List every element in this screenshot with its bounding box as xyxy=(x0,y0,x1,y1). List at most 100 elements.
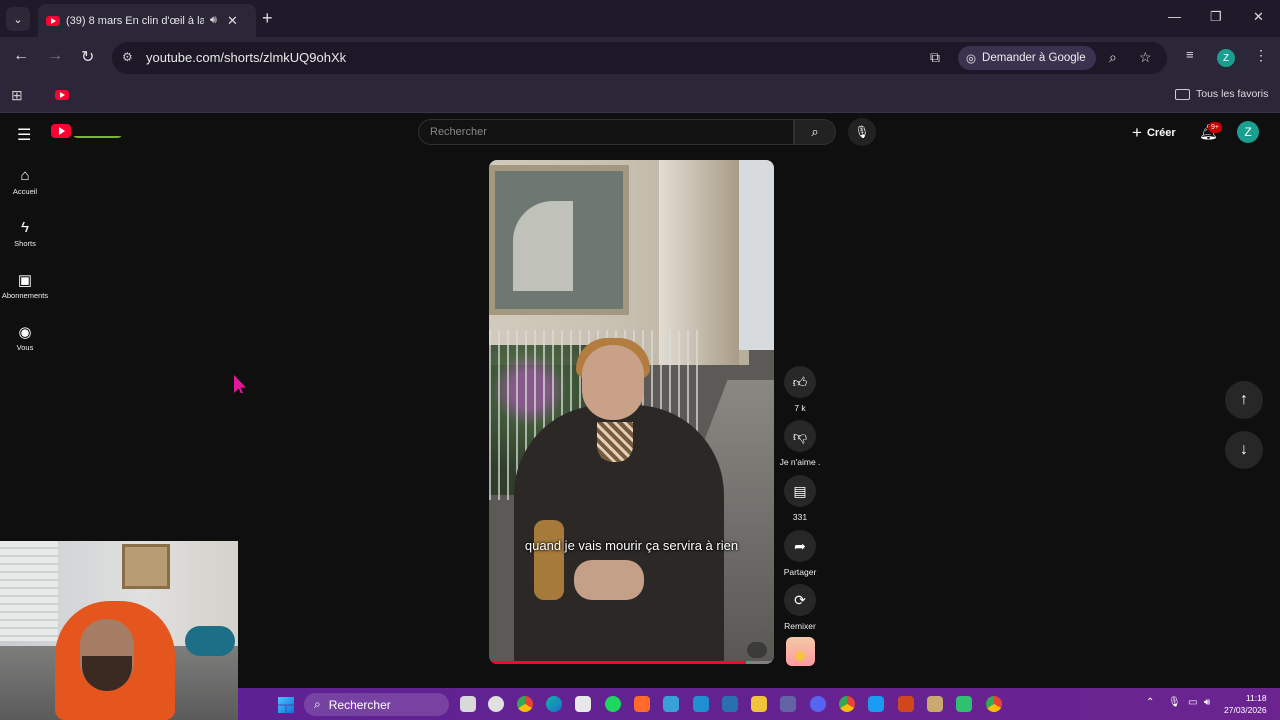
chrome-icon[interactable] xyxy=(517,696,533,712)
you-icon: ◉ xyxy=(18,324,32,341)
search-input[interactable]: Rechercher xyxy=(418,119,794,145)
forward-button[interactable]: → xyxy=(47,47,63,65)
taskbar-clock[interactable]: 11:18 27/03/2026 xyxy=(1224,692,1267,716)
app-orange-icon[interactable] xyxy=(634,696,650,712)
ask-google-button[interactable]: ◎ Demander à Google xyxy=(958,46,1096,70)
like-button[interactable]: 👍︎ 7 k xyxy=(783,366,817,413)
previous-short-button[interactable]: ↑ xyxy=(1225,381,1263,419)
app-light-blue-icon[interactable] xyxy=(868,696,884,712)
like-count: 7 k xyxy=(794,403,806,413)
search-button[interactable]: ⌕ xyxy=(794,119,836,145)
clock-date: 27/03/2026 xyxy=(1224,705,1267,715)
app-blue-icon[interactable] xyxy=(663,696,679,712)
youtube-logo[interactable] xyxy=(51,124,71,138)
teams-icon[interactable] xyxy=(780,696,796,712)
task-view-icon[interactable] xyxy=(460,696,476,712)
app-dark-blue-icon[interactable] xyxy=(722,696,738,712)
browser-tab-bar: ⌄ (39) 8 mars En clin d'œil à la jo 🔊︎ ✕… xyxy=(0,0,1280,37)
create-button[interactable]: + Créer xyxy=(1132,123,1176,143)
sidebar-item-subscriptions[interactable]: ▣ Abonnements xyxy=(0,271,50,300)
folder-icon xyxy=(1175,88,1190,100)
tray-chevron-icon[interactable]: ⌃ xyxy=(1146,697,1154,708)
new-tab-button[interactable]: + xyxy=(262,8,273,28)
video-frame-face xyxy=(582,345,644,420)
store-icon[interactable] xyxy=(575,696,591,712)
subscriptions-icon: ▣ xyxy=(17,272,33,289)
comments-button[interactable]: ▤ 331 xyxy=(783,475,817,522)
app-blue2-icon[interactable] xyxy=(693,696,709,712)
webcam-overlay xyxy=(0,541,238,720)
arrow-up-icon: ↑ xyxy=(1240,391,1248,408)
sound-thumbnail[interactable] xyxy=(786,637,815,666)
url-text[interactable]: youtube.com/shorts/zlmkUQ9ohXk xyxy=(146,50,346,65)
tray-network-icon[interactable]: ▭ xyxy=(1188,697,1197,708)
remix-icon: ⟳ xyxy=(794,591,806,608)
spotify-icon[interactable] xyxy=(605,696,621,712)
webcam-picture-frame xyxy=(122,544,170,589)
plus-icon: + xyxy=(1132,123,1142,142)
minimize-icon[interactable]: — xyxy=(1168,9,1181,24)
clock-time: 11:18 xyxy=(1245,693,1267,703)
windows-start-icon[interactable] xyxy=(278,697,294,713)
discord-icon[interactable] xyxy=(810,696,826,712)
chrome-profile-icon[interactable] xyxy=(839,696,855,712)
video-caption: quand je vais mourir ça servira à rien xyxy=(524,538,739,553)
video-progress-bar[interactable] xyxy=(489,661,774,664)
reload-button[interactable]: ↻ xyxy=(81,47,94,67)
app-beige-icon[interactable] xyxy=(927,696,943,712)
media-controls-icon[interactable]: ≡ xyxy=(1186,47,1194,62)
chrome-alt-icon[interactable] xyxy=(986,696,1002,712)
edge-icon[interactable] xyxy=(546,696,562,712)
share-button[interactable]: ➦ Partager xyxy=(783,530,817,577)
taskbar-search[interactable]: ⌕ Rechercher xyxy=(304,693,449,716)
hamburger-menu-icon[interactable]: ☰ xyxy=(17,125,31,145)
speaker-icon[interactable]: 🔊︎ xyxy=(210,14,217,27)
thumbs-down-icon: 👎︎ xyxy=(792,427,808,444)
account-avatar[interactable]: Z xyxy=(1237,121,1259,143)
active-tab[interactable]: (39) 8 mars En clin d'œil à la jo 🔊︎ ✕ xyxy=(38,4,256,37)
bookmarks-bar: ⊞ Tous les favoris xyxy=(0,79,1280,113)
taskbar-search-label: Rechercher xyxy=(328,697,391,712)
google-lens-icon: ◎ xyxy=(966,53,977,65)
bookmark-star-icon[interactable]: ☆ xyxy=(1139,49,1152,66)
browser-toolbar: ← → ↻ ⚙ youtube.com/shorts/zlmkUQ9ohXk ⧉… xyxy=(0,37,1280,79)
back-button[interactable]: ← xyxy=(13,47,29,65)
next-short-button[interactable]: ↓ xyxy=(1225,431,1263,469)
all-bookmarks-button[interactable]: Tous les favoris xyxy=(1175,88,1268,100)
share-label: Partager xyxy=(783,567,817,577)
app-green-icon[interactable] xyxy=(956,696,972,712)
file-explorer-icon[interactable] xyxy=(751,696,767,712)
close-window-icon[interactable]: ✕ xyxy=(1253,9,1264,25)
sidebar-item-home[interactable]: ⌂ Accueil xyxy=(0,167,50,196)
close-tab-icon[interactable]: ✕ xyxy=(227,13,238,29)
remix-label: Remixer xyxy=(784,621,816,631)
menu-kebab-icon[interactable]: ⋮ xyxy=(1254,47,1268,64)
site-info-icon[interactable]: ⚙ xyxy=(122,50,133,64)
sidebar-item-you[interactable]: ◉ Vous xyxy=(0,323,50,352)
widgets-icon[interactable] xyxy=(488,696,504,712)
create-label: Créer xyxy=(1146,127,1176,139)
video-sticker xyxy=(747,642,767,658)
dislike-button[interactable]: 👎︎ Je n'aime . xyxy=(779,420,821,467)
app-red-icon[interactable] xyxy=(898,696,914,712)
apps-grid-icon[interactable]: ⊞ xyxy=(11,87,23,104)
tray-mic-icon[interactable]: 🎙︎ xyxy=(1168,697,1181,708)
profile-avatar[interactable]: Z xyxy=(1217,49,1235,67)
sidebar-item-shorts[interactable]: ϟ Shorts xyxy=(0,219,50,248)
comment-icon: ▤ xyxy=(793,482,807,499)
sidebar-item-label: Abonnements xyxy=(1,291,49,300)
restore-icon[interactable]: ❐ xyxy=(1210,9,1222,25)
install-app-icon[interactable]: ⧉ xyxy=(930,49,940,66)
youtube-doodle-logo[interactable] xyxy=(74,122,121,138)
all-bookmarks-label: Tous les favoris xyxy=(1196,88,1269,100)
voice-search-button[interactable]: 🎙︎ xyxy=(848,118,876,146)
remix-button[interactable]: ⟳ Remixer xyxy=(783,584,817,631)
zoom-icon[interactable]: ⌕ xyxy=(1109,49,1117,66)
tray-volume-icon[interactable]: 🔊︎ xyxy=(1204,697,1210,708)
address-bar[interactable]: ⚙ youtube.com/shorts/zlmkUQ9ohXk ⧉ ◎ Dem… xyxy=(112,42,1167,74)
webcam-window-blinds xyxy=(0,541,58,641)
tab-search-button[interactable]: ⌄ xyxy=(6,7,30,31)
short-video-player[interactable]: quand je vais mourir ça servira à rien xyxy=(489,160,774,664)
youtube-bookmark-icon[interactable] xyxy=(55,90,69,100)
search-icon: ⌕ xyxy=(314,697,321,711)
